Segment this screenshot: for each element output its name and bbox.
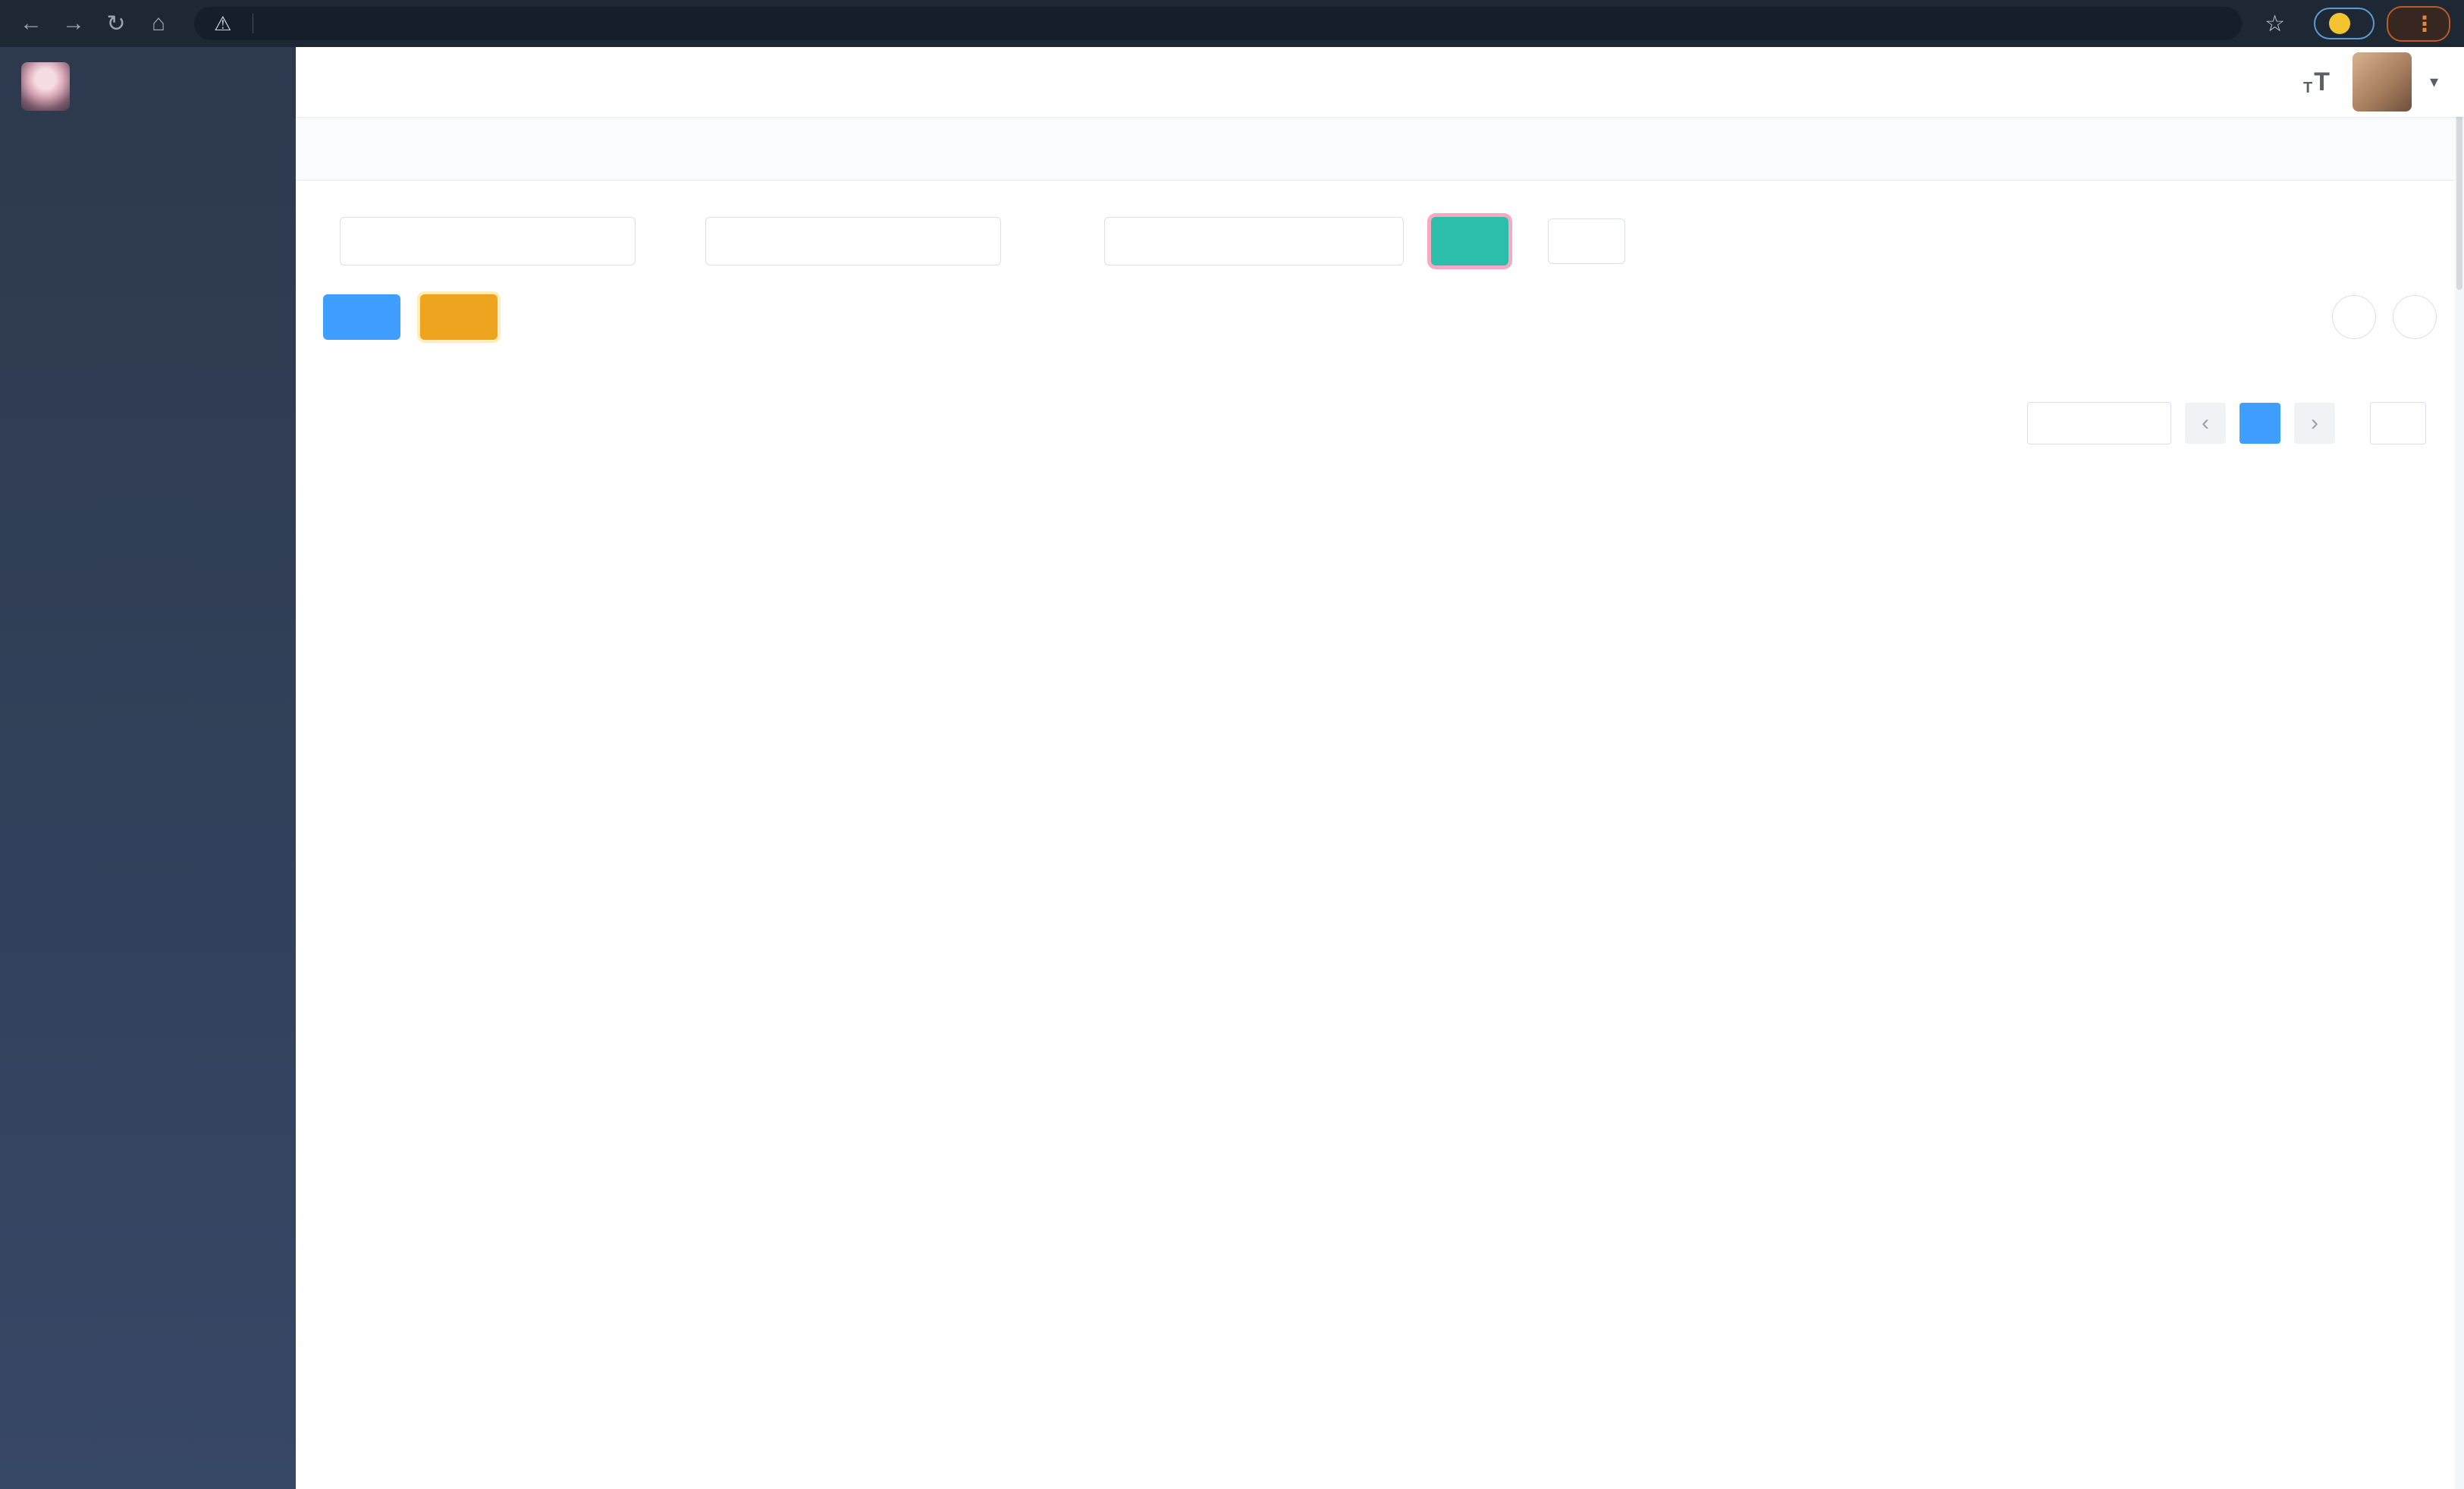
profile-paused-pill[interactable] [2314,8,2375,39]
plus-icon [347,306,368,328]
browser-home-button[interactable]: ⌂ [141,6,176,41]
next-page-button[interactable]: › [2294,403,2335,444]
column-settings-button[interactable] [2393,295,2437,339]
security-warning-icon: ⚠ [214,11,232,35]
font-size-icon[interactable]: TT [2303,68,2330,97]
filter-form [323,217,2437,265]
content-area: TT ▾ ‹ › [296,47,2464,1489]
table-toolbar [323,294,2437,340]
refresh-table-button[interactable] [2332,295,2376,339]
bookmark-star-icon[interactable]: ☆ [2260,11,2290,37]
download-icon [444,306,465,328]
post-name-input[interactable] [705,217,1001,265]
page-scrollbar[interactable] [2455,47,2464,1489]
avatar-caret-icon[interactable]: ▾ [2430,72,2438,92]
goto-page-input[interactable] [2370,402,2426,445]
refresh-icon [1571,231,1593,252]
app-header: TT ▾ [296,47,2464,117]
address-bar[interactable]: ⚠ [194,7,2243,40]
pagination: ‹ › [323,402,2437,445]
emoji-face-icon [2329,13,2350,34]
page-body: ‹ › [296,181,2464,1489]
export-button[interactable] [420,294,498,340]
logo-rabbit-image [21,62,70,111]
page-size-select[interactable] [2027,402,2171,445]
add-button[interactable] [323,294,400,340]
grid-icon [2404,306,2425,328]
chevron-down-icon [1367,231,1386,251]
search-button[interactable] [1431,217,1508,265]
tags-view-bar [296,117,2464,181]
browser-forward-button[interactable]: → [56,6,91,41]
sidebar [0,47,296,1489]
user-avatar[interactable] [2352,52,2412,112]
help-icon[interactable] [2197,67,2227,97]
browser-reload-button[interactable]: ↻ [99,6,133,41]
fullscreen-icon[interactable] [2250,67,2280,97]
magnifier-icon [1455,231,1476,252]
hamburger-icon[interactable] [322,67,352,97]
application-window: ← → ↻ ⌂ ⚠ ☆ ⋮ T T ▾ ‹ › [0,0,2464,1489]
refresh-icon [2343,306,2365,328]
header-actions: TT ▾ [2091,52,2438,112]
browser-toolbar: ← → ↻ ⌂ ⚠ ☆ ⋮ [0,0,2464,47]
page-number-1[interactable] [2240,403,2280,444]
github-icon[interactable] [2144,67,2174,97]
post-code-input[interactable] [340,217,636,265]
browser-menu-icon[interactable]: ⋮ [2414,11,2435,36]
reset-button[interactable] [1548,218,1625,264]
chevron-down-icon [2139,414,2157,432]
app-logo[interactable] [0,47,296,126]
status-select[interactable] [1104,217,1404,265]
search-icon[interactable] [2091,67,2121,97]
browser-update-button[interactable]: ⋮ [2387,5,2450,42]
browser-extensions-area: ☆ ⋮ [2260,5,2450,42]
browser-back-button[interactable]: ← [14,6,49,41]
prev-page-button[interactable]: ‹ [2185,403,2226,444]
